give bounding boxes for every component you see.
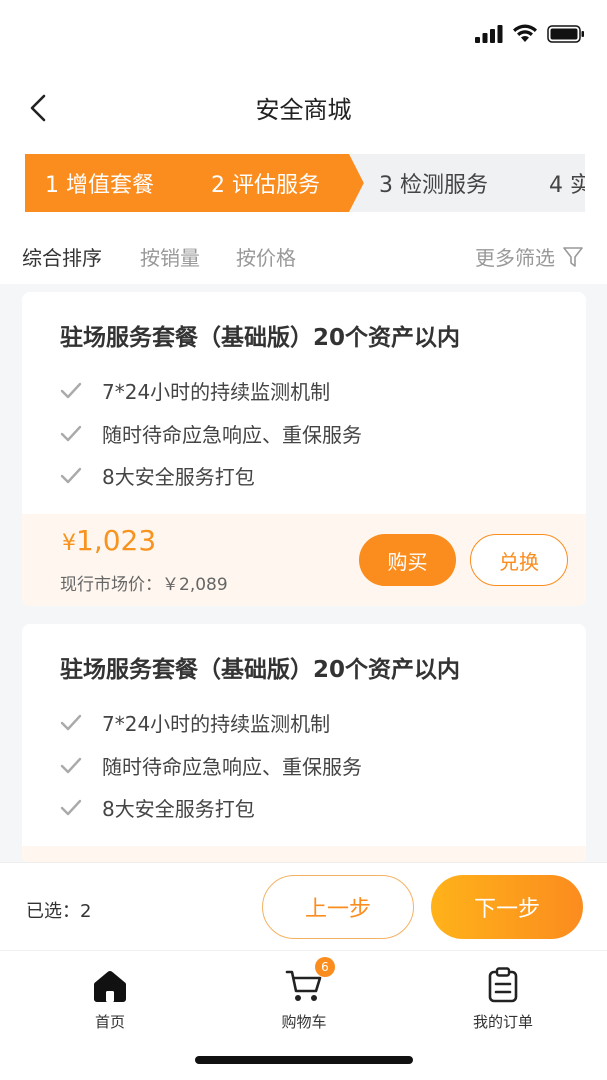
tab-label: 我的订单: [472, 1013, 533, 1031]
step-2[interactable]: 2 评估服务: [183, 154, 368, 212]
app-screen: 安全商城 1 增值套餐 2 评估服务 3 检测服务 4 实 综合排序 按销量 按…: [0, 0, 607, 1080]
check-icon: [60, 757, 82, 773]
feature-text: 8大安全服务打包: [102, 465, 255, 489]
step-label: 1 增值套餐: [45, 173, 154, 198]
feature-item: 随时待命应急响应、重保服务: [60, 419, 362, 448]
feature-text: 随时待命应急响应、重保服务: [102, 423, 362, 447]
page-title: 安全商城: [255, 96, 352, 124]
buy-button[interactable]: 购买: [359, 534, 456, 586]
step-label: 4 实: [549, 173, 585, 198]
market-price: 现行市场价：￥2,089: [60, 575, 228, 595]
feature-item: 8大安全服务打包: [60, 461, 255, 490]
status-bar: [0, 0, 607, 70]
home-icon: [94, 971, 126, 1002]
feature-item: 7*24小时的持续监测机制: [60, 708, 330, 737]
more-filters-button[interactable]: 更多筛选: [475, 242, 583, 271]
steps-track: 1 增值套餐 2 评估服务 3 检测服务 4 实: [25, 154, 585, 212]
action-bar: 已选：2 上一步 下一步: [0, 862, 607, 950]
sort-by-price[interactable]: 按价格: [236, 242, 296, 271]
home-indicator: [195, 1056, 413, 1064]
product-title: 驻场服务套餐（基础版）20个资产以内: [60, 657, 461, 683]
cart-badge: 6: [315, 957, 335, 977]
more-filters-label: 更多筛选: [475, 246, 555, 270]
step-label: 2 评估服务: [211, 173, 320, 198]
nav-bar: 安全商城: [0, 70, 607, 144]
check-icon: [60, 467, 82, 483]
next-step-button[interactable]: 下一步: [431, 875, 583, 939]
exchange-button[interactable]: 兑换: [470, 534, 568, 586]
battery-icon: [547, 24, 584, 43]
step-indicator: 1 增值套餐 2 评估服务 3 检测服务 4 实: [0, 144, 607, 228]
product-card[interactable]: 驻场服务套餐（基础版）20个资产以内 7*24小时的持续监测机制 随时待命应急响…: [22, 292, 586, 606]
tab-orders[interactable]: 我的订单: [443, 963, 563, 1032]
product-card[interactable]: 驻场服务套餐（基础版）20个资产以内 7*24小时的持续监测机制 随时待命应急响…: [22, 624, 586, 864]
tab-label: 购物车: [281, 1013, 327, 1031]
filter-icon: [563, 246, 583, 267]
current-price: ¥1,023: [62, 524, 156, 557]
feature-text: 7*24小时的持续监测机制: [102, 380, 331, 404]
previous-step-button[interactable]: 上一步: [262, 875, 414, 939]
tab-icon-wrap: 6: [285, 957, 335, 1003]
check-icon: [60, 425, 82, 441]
step-1[interactable]: 1 增值套餐: [25, 154, 210, 212]
feature-item: 8大安全服务打包: [60, 793, 255, 822]
sort-by-sales[interactable]: 按销量: [140, 242, 200, 271]
feature-item: 7*24小时的持续监测机制: [60, 376, 330, 405]
selected-count: 已选：2: [26, 901, 92, 922]
tab-icon-wrap: [92, 963, 128, 1003]
status-icons: [475, 24, 585, 43]
check-icon: [60, 799, 82, 815]
wifi-icon: [513, 24, 537, 42]
step-label: 3 检测服务: [379, 173, 488, 198]
feature-text: 8大安全服务打包: [102, 797, 255, 821]
step-3[interactable]: 3 检测服务: [349, 154, 534, 212]
feature-item: 随时待命应急响应、重保服务: [60, 751, 362, 780]
check-icon: [60, 382, 82, 398]
product-title: 驻场服务套餐（基础版）20个资产以内: [60, 325, 461, 351]
tab-label: 首页: [94, 1013, 125, 1031]
price-value: 1,023: [76, 524, 157, 557]
tab-icon-wrap: [488, 963, 518, 1003]
tab-home[interactable]: 首页: [50, 963, 170, 1032]
filter-bar: 综合排序 按销量 按价格 更多筛选: [0, 228, 607, 284]
signal-icon: [475, 24, 503, 43]
currency-symbol: ¥: [62, 531, 76, 556]
sort-overall[interactable]: 综合排序: [22, 242, 102, 271]
feature-text: 7*24小时的持续监测机制: [102, 712, 331, 736]
clipboard-icon: [488, 967, 518, 1003]
price-section: ¥1,023 现行市场价：￥2,089 购买 兑换: [22, 514, 586, 606]
tab-cart[interactable]: 6 购物车: [244, 957, 364, 1032]
check-icon: [60, 714, 82, 730]
feature-text: 随时待命应急响应、重保服务: [102, 755, 362, 779]
